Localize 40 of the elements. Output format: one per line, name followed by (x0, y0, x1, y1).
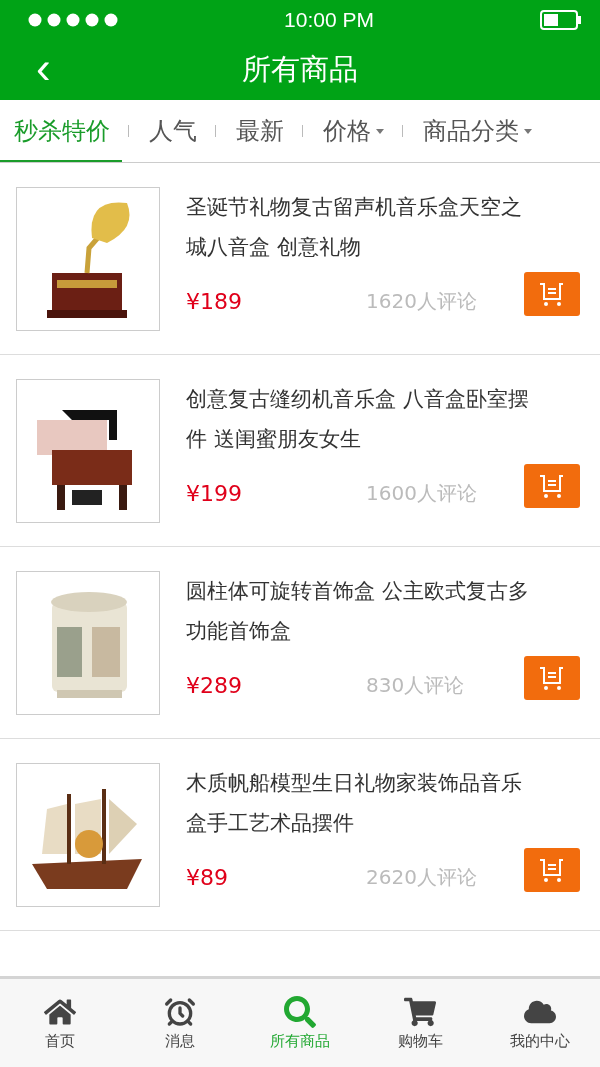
add-to-cart-button[interactable] (524, 464, 580, 508)
cart-icon (404, 995, 436, 1028)
filter-tab[interactable]: 最新 (222, 100, 296, 162)
battery-icon (540, 10, 582, 30)
search-icon (284, 995, 316, 1028)
cart-icon (538, 281, 566, 307)
review-count: 1620人评论 (366, 287, 478, 315)
add-to-cart-button[interactable] (524, 848, 580, 892)
tab-bar-item[interactable]: 消息 (125, 979, 235, 1067)
alarm-clock-icon (164, 995, 196, 1028)
product-title: 木质帆船模型生日礼物家装饰品音乐盒手工艺术品摆件 (186, 770, 523, 837)
add-to-cart-button[interactable] (524, 656, 580, 700)
product-row[interactable]: 木质帆船模型生日礼物家装饰品音乐盒手工艺术品摆件 ¥89 2620人评论 (0, 739, 600, 931)
cart-icon (538, 857, 566, 883)
filter-tab[interactable]: 人气 (135, 100, 209, 162)
add-to-cart-button[interactable] (524, 272, 580, 316)
filter-tab[interactable]: 价格 (309, 100, 396, 162)
filter-tab[interactable]: 秒杀特价 (0, 100, 122, 162)
review-count: 1600人评论 (366, 479, 478, 507)
cart-icon (538, 473, 566, 499)
product-row[interactable]: 圆柱体可旋转首饰盒 公主欧式复古多功能首饰盒 ¥289 830人评论 (0, 547, 600, 739)
product-price: ¥289 (186, 672, 243, 698)
tab-bar-item[interactable]: 首页 (5, 979, 115, 1067)
tab-bar-item[interactable]: 购物车 (365, 979, 475, 1067)
status-time: 10:00 PM (284, 8, 374, 32)
cart-icon (538, 665, 566, 691)
page-title: 所有商品 (242, 51, 358, 88)
signal-icon (28, 13, 118, 27)
product-row[interactable]: 圣诞节礼物复古留声机音乐盒天空之城八音盒 创意礼物 ¥189 1620人评论 (0, 163, 600, 355)
review-count: 2620人评论 (366, 863, 478, 891)
product-title: 圣诞节礼物复古留声机音乐盒天空之城八音盒 创意礼物 (186, 194, 523, 261)
product-title: 圆柱体可旋转首饰盒 公主欧式复古多功能首饰盒 (186, 578, 530, 645)
product-price: ¥189 (186, 288, 243, 314)
filter-tab[interactable]: 商品分类 (409, 100, 544, 162)
review-count: 830人评论 (366, 671, 466, 699)
tab-bar-item[interactable]: 我的中心 (485, 979, 595, 1067)
product-price: ¥89 (186, 864, 229, 890)
product-price: ¥199 (186, 480, 243, 506)
product-row[interactable]: 创意复古缝纫机音乐盒 八音盒卧室摆件 送闺蜜朋友女生 ¥199 1600人评论 (0, 355, 600, 547)
product-title: 创意复古缝纫机音乐盒 八音盒卧室摆件 送闺蜜朋友女生 (186, 386, 530, 453)
